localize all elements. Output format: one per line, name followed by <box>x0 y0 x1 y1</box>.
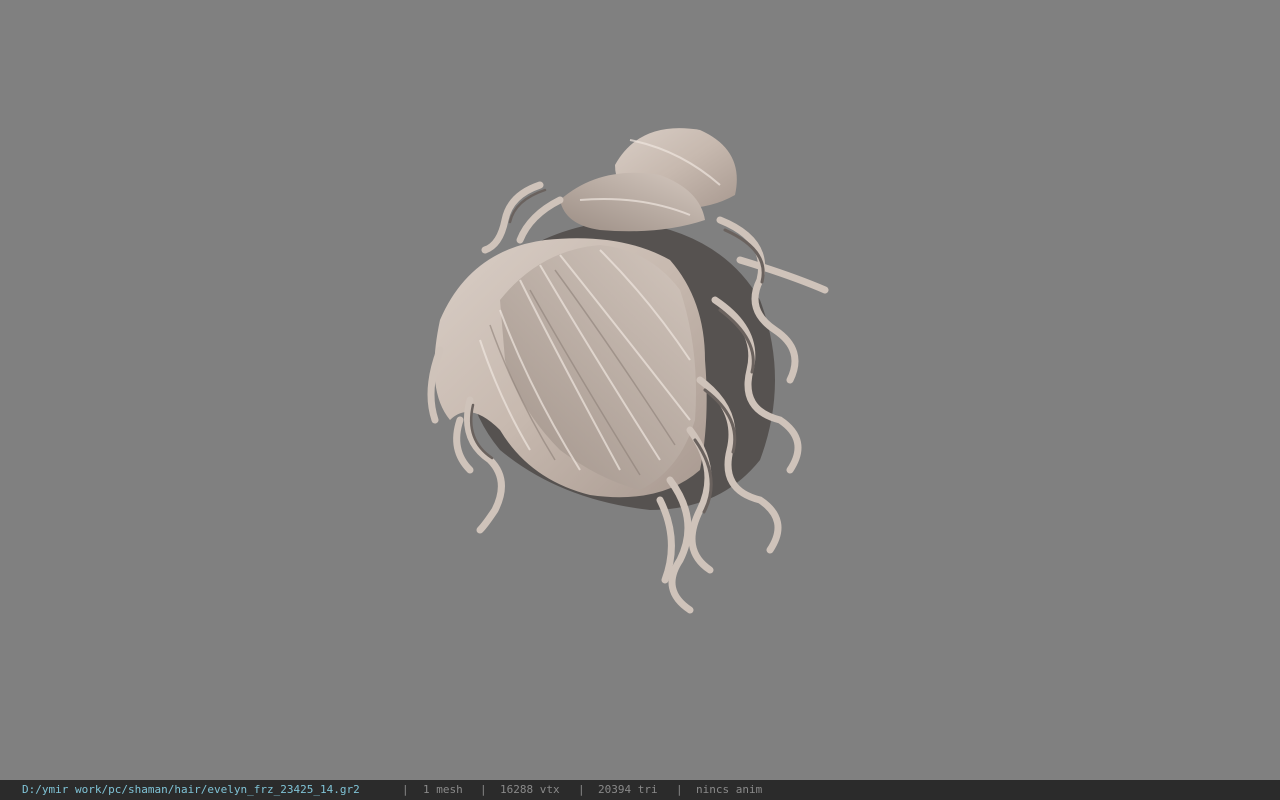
status-bar: D:/ymir work/pc/shaman/hair/evelyn_frz_2… <box>0 780 1280 800</box>
animation-status: nincs anim <box>696 783 763 796</box>
status-separator: | <box>676 783 683 796</box>
file-path: D:/ymir work/pc/shaman/hair/evelyn_frz_2… <box>22 783 360 796</box>
status-separator: | <box>480 783 487 796</box>
status-separator: | <box>402 783 409 796</box>
triangle-count: 20394 tri <box>598 783 658 796</box>
vertex-count: 16288 vtx <box>500 783 560 796</box>
3d-viewport[interactable] <box>0 0 1280 780</box>
status-separator: | <box>578 783 585 796</box>
hair-model-render <box>427 128 829 614</box>
mesh-count: 1 mesh <box>423 783 463 796</box>
